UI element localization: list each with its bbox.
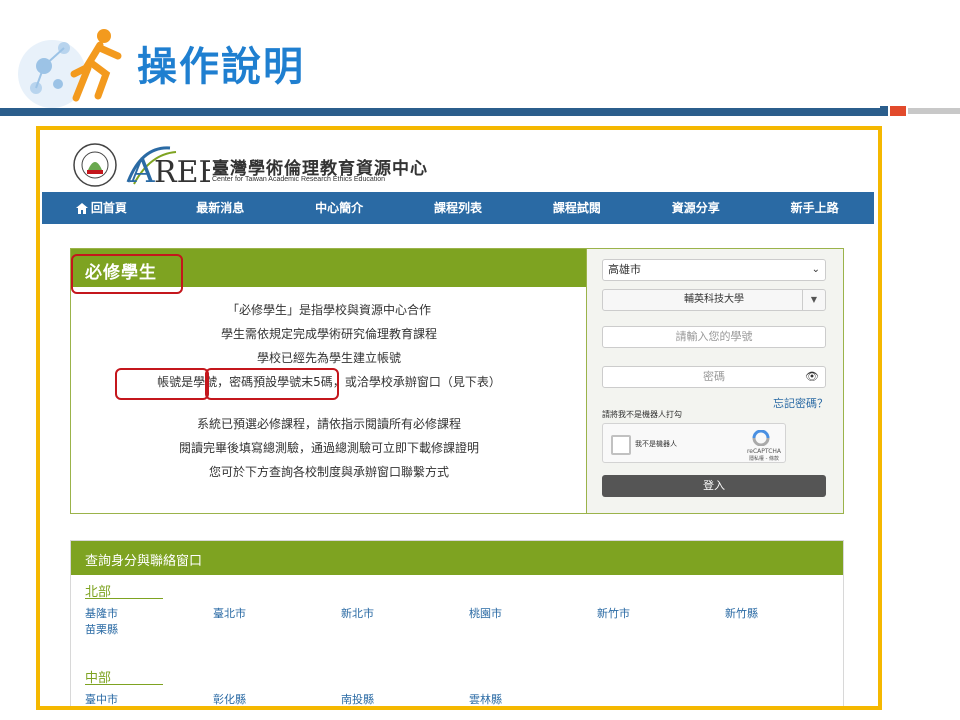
login-panel: 高雄市 ⌄ 輔英科技大學 ▼ 請輸入您的學號 密碼 👁 忘記密碼？ 請將我不是機… xyxy=(586,248,844,514)
query-header: 查詢身分與聯絡窗口 xyxy=(71,541,843,575)
login-button[interactable]: 登入 xyxy=(602,475,826,497)
title-rule xyxy=(0,108,880,116)
robot-note: 請將我不是機器人打勾 xyxy=(602,410,682,419)
svg-text:A: A xyxy=(129,151,155,188)
school-select[interactable]: 輔英科技大學 ▼ xyxy=(602,289,826,311)
city-link[interactable]: 南投縣 xyxy=(341,691,374,706)
recaptcha-icon xyxy=(752,430,770,446)
home-icon xyxy=(75,203,88,214)
city-select[interactable]: 高雄市 ⌄ xyxy=(602,259,826,281)
city-link[interactable]: 基隆市 xyxy=(85,605,118,621)
aree-logo: REE A xyxy=(126,146,210,188)
highlight-account-box xyxy=(115,368,209,400)
nav-guide[interactable]: 新手上路 xyxy=(755,192,874,224)
city-link[interactable]: 新竹縣 xyxy=(725,605,758,621)
school-select-value: 輔英科技大學 xyxy=(684,294,744,305)
student-id-input[interactable]: 請輸入您的學號 xyxy=(602,326,826,348)
runner-logo xyxy=(18,29,122,108)
required-students-panel: 必修學生 「必修學生」是指學校與資源中心合作 學生需依規定完成學術研究倫理教育課… xyxy=(70,248,588,514)
site-header: REE A 臺灣學術倫理教育資源中心 Center for Taiwan Aca… xyxy=(40,130,878,192)
main-nav: 回首頁 最新消息 中心簡介 課程列表 課程試閱 資源分享 新手上路 xyxy=(42,192,874,224)
highlight-title-box xyxy=(71,254,183,294)
svg-text:REE: REE xyxy=(154,155,210,188)
nav-resources[interactable]: 資源分享 xyxy=(636,192,755,224)
dropdown-arrow-icon[interactable]: ▼ xyxy=(802,290,825,310)
city-link[interactable]: 新竹市 xyxy=(597,605,630,621)
query-title: 查詢身分與聯絡窗口 xyxy=(85,554,203,569)
recaptcha-brand: reCAPTCHA xyxy=(746,448,781,455)
password-placeholder: 密碼 xyxy=(703,370,725,383)
required-line: 學生需依規定完成學術研究倫理教育課程 xyxy=(220,327,437,341)
required-line: 「必修學生」是指學校與資源中心合作 xyxy=(226,303,431,317)
eye-icon[interactable]: 👁 xyxy=(805,367,819,387)
required-line: 學校已經先為學生建立帳號 xyxy=(256,351,401,365)
city-link[interactable]: 臺中市 xyxy=(85,691,118,706)
highlight-password-box xyxy=(205,368,339,400)
recaptcha-widget: 我不是機器人 reCAPTCHA 隱私權 - 條款 xyxy=(602,423,786,463)
city-link[interactable]: 臺北市 xyxy=(213,605,246,621)
nav-about[interactable]: 中心簡介 xyxy=(280,192,399,224)
nav-home[interactable]: 回首頁 xyxy=(42,192,161,224)
rule-accent xyxy=(880,106,960,116)
center-subtitle: Center for Taiwan Academic Research Ethi… xyxy=(212,176,386,183)
forgot-password-link[interactable]: 忘記密碼？ xyxy=(773,395,828,411)
required-line: 您可於下方查詢各校制度與承辦窗口聯繫方式 xyxy=(208,465,449,479)
nav-home-label: 回首頁 xyxy=(90,201,127,215)
city-link[interactable]: 桃園市 xyxy=(469,605,502,621)
region-rule xyxy=(85,684,163,685)
recaptcha-checkbox[interactable] xyxy=(611,435,631,455)
city-select-value: 高雄市 xyxy=(608,263,641,276)
city-link[interactable]: 新北市 xyxy=(341,605,374,621)
screenshot-frame: REE A 臺灣學術倫理教育資源中心 Center for Taiwan Aca… xyxy=(36,126,882,710)
nav-courses[interactable]: 課程列表 xyxy=(399,192,518,224)
nav-preview[interactable]: 課程試閱 xyxy=(517,192,636,224)
city-link[interactable]: 雲林縣 xyxy=(469,691,502,706)
contact-note: 或洽學校承辦窗口（見下表） xyxy=(344,375,501,389)
recaptcha-label: 我不是機器人 xyxy=(635,440,677,448)
required-line: 系統已預選必修課程，請依指示閱讀所有必修課程 xyxy=(196,417,461,431)
city-link[interactable]: 苗栗縣 xyxy=(85,621,118,637)
recaptcha-terms[interactable]: 隱私權 - 條款 xyxy=(749,455,779,462)
city-link[interactable]: 彰化縣 xyxy=(213,691,246,706)
region-rule xyxy=(85,598,163,599)
chevron-down-icon: ⌄ xyxy=(811,264,820,275)
query-section: 查詢身分與聯絡窗口 北部 基隆市 臺北市 新北市 桃園市 新竹市 新竹縣 苗栗縣… xyxy=(70,540,844,706)
moe-emblem-icon xyxy=(73,143,117,187)
slide-title: 操作說明 xyxy=(137,44,305,90)
required-line: 閱讀完畢後填寫總測驗，通過總測驗可立即下載修課證明 xyxy=(178,441,479,455)
password-input[interactable]: 密碼 👁 xyxy=(602,366,826,388)
nav-news[interactable]: 最新消息 xyxy=(161,192,280,224)
